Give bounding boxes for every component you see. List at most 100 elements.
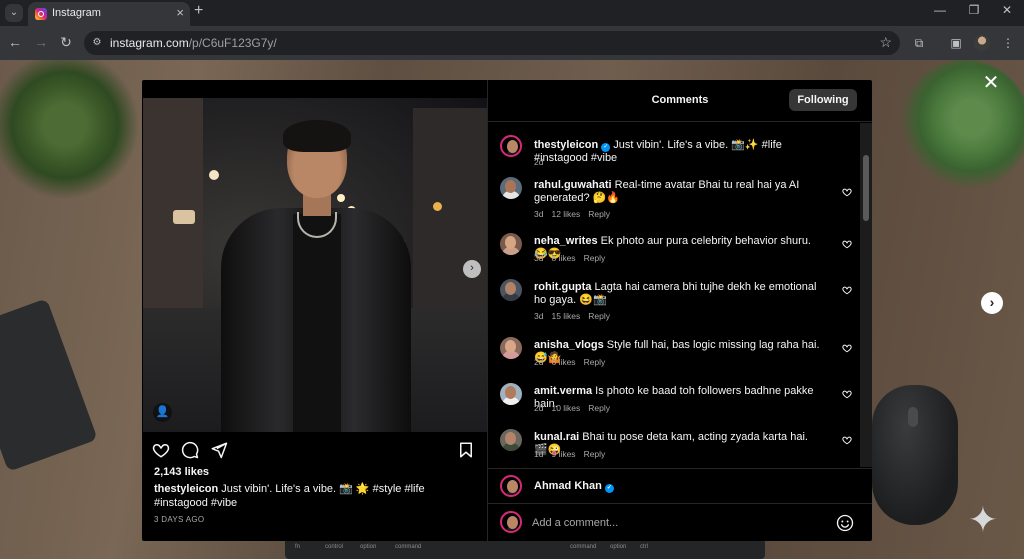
comment-likes[interactable]: 15 likes — [551, 311, 580, 321]
verified-badge-icon: ✓ — [601, 143, 611, 152]
comment-username[interactable]: anisha_vlogs — [534, 339, 604, 351]
reply-button[interactable]: Reply — [584, 253, 606, 263]
following-button[interactable]: Following — [789, 89, 857, 111]
comment-username[interactable]: amit.verma — [534, 385, 592, 397]
bokeh-light — [209, 170, 219, 180]
mouse-wheel — [908, 407, 918, 427]
reply-button[interactable]: Reply — [584, 357, 606, 367]
reply-button[interactable]: Reply — [584, 449, 606, 459]
list-item: anisha_vlogs Style full hai, bas logic m… — [488, 337, 860, 373]
comment-meta: 3d 8 likes Reply — [534, 253, 613, 263]
browser-menu-icon[interactable]: ⋮ — [1000, 35, 1016, 51]
heart-icon[interactable] — [842, 239, 852, 249]
avatar[interactable] — [500, 475, 522, 497]
extensions-puzzle-icon[interactable]: ⧉ — [911, 35, 927, 51]
avatar[interactable] — [500, 233, 522, 255]
avatar[interactable] — [500, 279, 522, 301]
avatar-face — [505, 282, 516, 295]
back-arrow-icon[interactable]: ← — [6, 34, 24, 50]
profile-avatar[interactable] — [974, 35, 990, 51]
address-bar[interactable]: ⚙ instagram.com/p/C6uF123G7y/ ☆ — [84, 31, 900, 55]
close-icon[interactable]: ✕ — [980, 72, 1002, 94]
comment-username[interactable]: kunal.rai — [534, 431, 579, 443]
heart-icon[interactable] — [842, 187, 852, 197]
comment-time: 3d — [534, 311, 544, 321]
bookmark-star-icon[interactable]: ☆ — [879, 34, 892, 51]
tagged-user-icon[interactable]: 👤 — [153, 403, 172, 422]
comment-likes[interactable]: 8 likes — [551, 253, 575, 263]
next-post-chevron-icon[interactable]: › — [981, 292, 1003, 314]
window-close-button[interactable]: ✕ — [999, 3, 1015, 17]
avatar-face — [507, 516, 518, 529]
reload-icon[interactable]: ↻ — [57, 34, 75, 51]
avatar-face — [505, 340, 516, 353]
caption-username[interactable]: thestyleicon — [154, 483, 218, 495]
tab-close-icon[interactable]: × — [176, 5, 184, 20]
restore-button[interactable]: ❐ — [966, 3, 982, 17]
emoji-icon[interactable] — [836, 514, 854, 532]
key-label: fn — [295, 544, 301, 550]
current-user-name[interactable]: Ahmad Khan ✓ — [534, 480, 614, 493]
post-image[interactable]: › 👤 — [143, 98, 487, 432]
new-tab-button[interactable]: + — [194, 2, 203, 20]
comment-username[interactable]: rahul.guwahati — [534, 179, 612, 191]
likes-count[interactable]: 2,143 likes — [154, 466, 209, 478]
comment-username[interactable]: neha_writes — [534, 235, 598, 247]
site-info-icon[interactable]: ⚙ — [90, 36, 104, 50]
comment-username[interactable]: thestyleicon — [534, 139, 598, 151]
list-item: amit.verma Is photo ke baad toh follower… — [488, 383, 860, 419]
current-user-row: Ahmad Khan ✓ — [488, 468, 872, 504]
avatar[interactable] — [500, 383, 522, 405]
browser-toolbar: ← → ↻ ⚙ instagram.com/p/C6uF123G7y/ ☆ ⧉ … — [0, 26, 1024, 60]
tab-search-button[interactable]: ⌄ — [5, 4, 23, 22]
comment-list[interactable]: thestyleicon ✓ Just vibin'. Life's a vib… — [488, 123, 860, 467]
avatar[interactable] — [500, 177, 522, 199]
comment-icon[interactable] — [181, 441, 199, 459]
carousel-next-chevron-icon[interactable]: › — [463, 260, 481, 278]
comment-likes[interactable]: 12 likes — [551, 209, 580, 219]
comment-time: 2d — [534, 403, 544, 413]
scrollbar-thumb[interactable] — [863, 155, 869, 221]
avatar[interactable] — [500, 429, 522, 451]
comment-username[interactable]: rohit.gupta — [534, 281, 591, 293]
keyboard-bottom-decoration: fn control option command command option… — [285, 538, 765, 559]
heart-icon[interactable] — [842, 343, 852, 353]
reply-button[interactable]: Reply — [588, 403, 610, 413]
comment-time: 3d — [534, 209, 544, 219]
reply-button[interactable]: Reply — [588, 311, 610, 321]
avatar[interactable] — [500, 135, 522, 157]
side-panel-icon[interactable]: ▣ — [948, 35, 964, 51]
avatar[interactable] — [500, 337, 522, 359]
list-item: kunal.rai Bhai tu pose deta kam, acting … — [488, 429, 860, 465]
heart-icon[interactable] — [842, 285, 852, 295]
key-label: option — [610, 544, 627, 550]
comment-likes[interactable]: 6 likes — [551, 357, 575, 367]
heart-icon[interactable] — [842, 435, 852, 445]
key-label: command — [395, 544, 422, 550]
heart-icon[interactable] — [152, 441, 170, 459]
comment-time: 2d — [534, 157, 544, 167]
comment-likes[interactable]: 9 likes — [551, 449, 575, 459]
heart-icon[interactable] — [842, 389, 852, 399]
minimize-button[interactable]: — — [932, 3, 948, 17]
comment-likes[interactable]: 10 likes — [551, 403, 580, 413]
comment-time: 1d — [534, 449, 544, 459]
comment-meta: 2d 10 likes Reply — [534, 403, 618, 413]
url-text[interactable]: instagram.com/p/C6uF123G7y/ — [110, 36, 277, 50]
bookmark-icon[interactable] — [457, 441, 475, 459]
avatar-face — [507, 480, 518, 493]
comment-time: 3d — [534, 253, 544, 263]
avatar-face — [507, 140, 518, 153]
tab-title: Instagram — [52, 7, 101, 19]
comment-meta: 2d — [534, 157, 551, 167]
reply-button[interactable]: Reply — [588, 209, 610, 219]
share-icon[interactable] — [210, 441, 228, 459]
forward-arrow-icon[interactable]: → — [32, 34, 50, 50]
avatar-face — [505, 386, 516, 399]
comment-input[interactable] — [532, 513, 822, 533]
browser-tab-active[interactable]: Instagram × — [28, 2, 190, 26]
avatar[interactable] — [500, 511, 522, 533]
comments-scrollbar[interactable] — [860, 123, 872, 467]
post-actions — [152, 441, 478, 459]
current-user-label: Ahmad Khan — [534, 480, 602, 492]
